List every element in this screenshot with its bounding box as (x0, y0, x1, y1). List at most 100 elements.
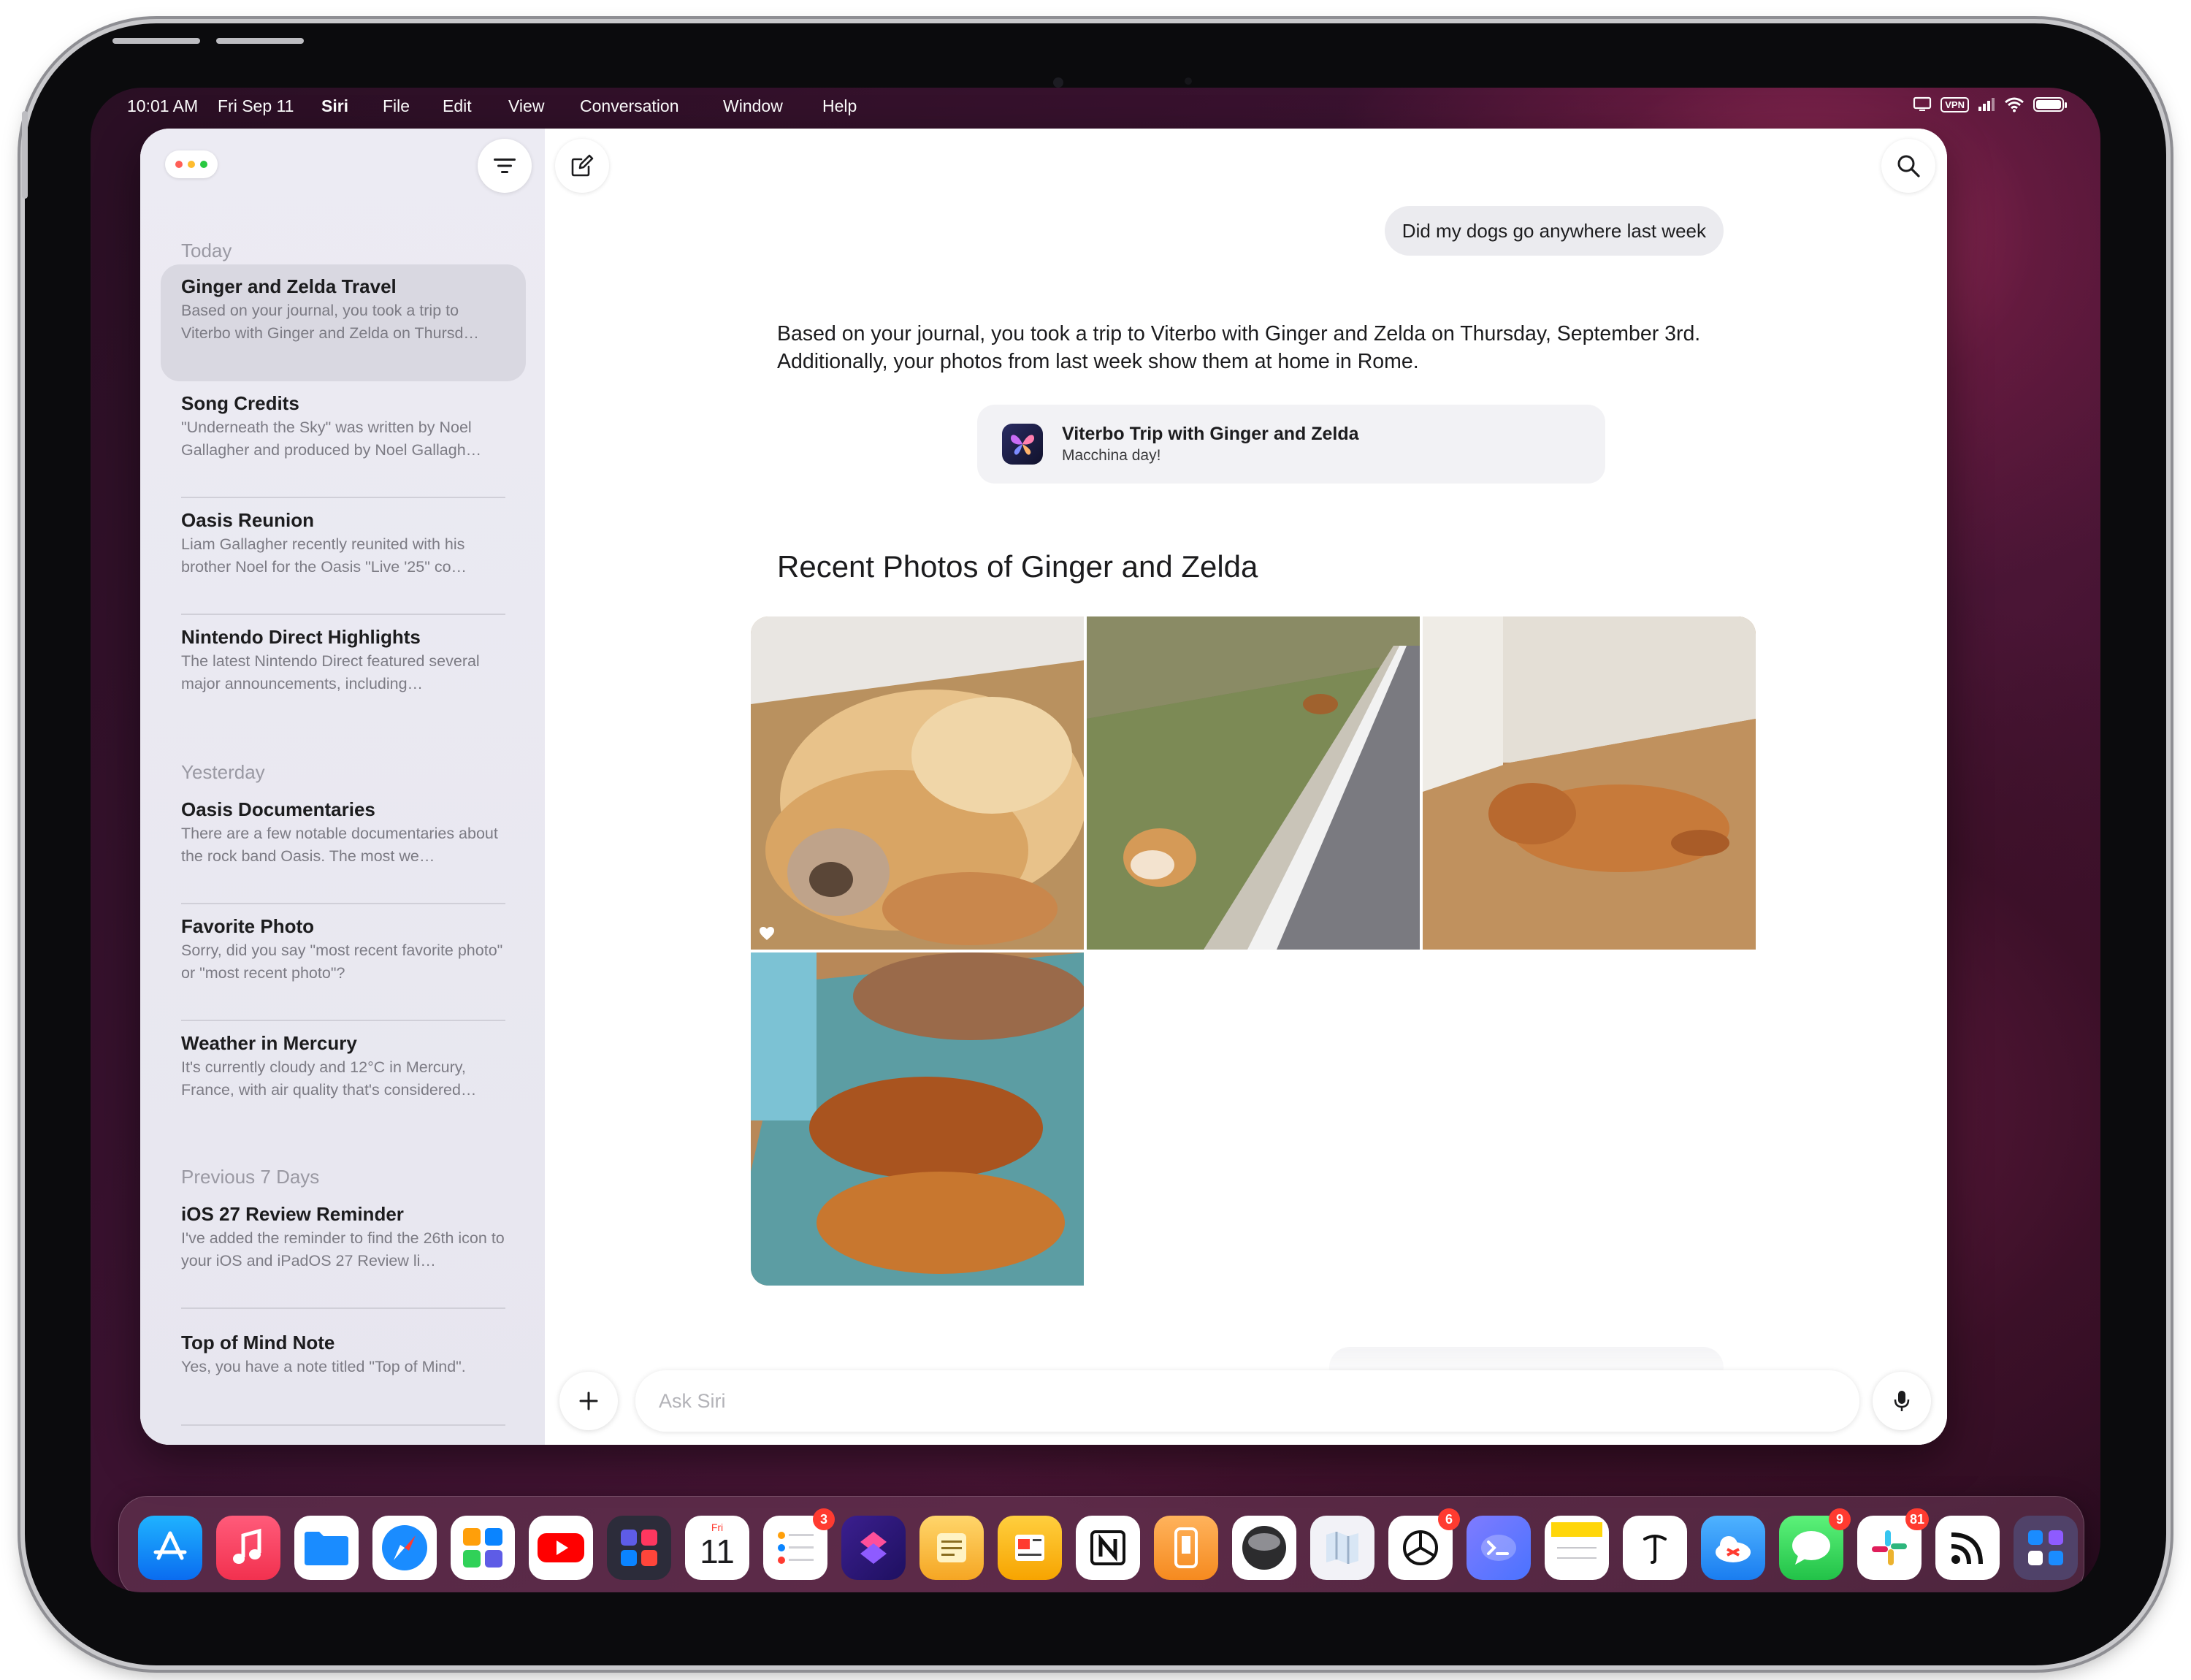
notes-app-icon (937, 1533, 966, 1562)
butterfly-icon (1011, 435, 1034, 455)
ask-siri-input[interactable] (635, 1370, 1859, 1432)
vpn-badge[interactable]: VPN (1940, 96, 1969, 112)
dock-music[interactable] (216, 1516, 280, 1580)
conversation-title: iOS 27 Review Reminder (181, 1203, 404, 1225)
window-controls[interactable] (165, 150, 218, 178)
photo-dog-roadside[interactable] (1087, 616, 1420, 950)
dock-app-store[interactable] (138, 1516, 202, 1580)
dock-messages[interactable]: 9 (1779, 1508, 1851, 1580)
dock-files[interactable] (294, 1516, 359, 1580)
conversation-item[interactable]: Favorite Photo Sorry, did you say "most … (161, 904, 526, 1021)
menu-app-name[interactable]: Siri (321, 96, 348, 116)
microphone-button[interactable] (1873, 1372, 1931, 1430)
conversation-item[interactable]: Oasis Documentaries There are a few nota… (161, 787, 526, 904)
minimize-dot[interactable] (188, 161, 195, 168)
dock-widgets-app[interactable] (451, 1516, 515, 1580)
conversation-title: Nintendo Direct Highlights (181, 626, 421, 648)
dock-notes-app[interactable] (919, 1516, 984, 1580)
reminders-badge: 3 (813, 1508, 835, 1530)
menu-edit[interactable]: Edit (443, 96, 472, 116)
menu-conversation[interactable]: Conversation (580, 96, 679, 116)
journal-entry-card[interactable]: Viterbo Trip with Ginger and Zelda Macch… (977, 405, 1605, 484)
search-icon (1897, 155, 1920, 177)
weather-cloud-icon (1716, 1536, 1751, 1562)
messages-badge: 9 (1829, 1508, 1851, 1530)
conversation-title: Ginger and Zelda Travel (181, 275, 397, 297)
maps-icon (1326, 1532, 1358, 1564)
photo-dogs-sleeping[interactable] (751, 616, 1084, 950)
dock-safari[interactable] (372, 1516, 437, 1580)
rss-reader-icon (1951, 1532, 1983, 1565)
chat-area: Did my dogs go anywhere last week Based … (545, 129, 1947, 1445)
attach-button[interactable] (559, 1372, 618, 1430)
top-button (216, 38, 304, 44)
dock-sphere-app[interactable] (1232, 1516, 1296, 1580)
menu-help[interactable]: Help (822, 96, 857, 116)
menu-file[interactable]: File (383, 96, 410, 116)
compose-icon (571, 154, 594, 177)
conversation-title: Top of Mind Note (181, 1332, 335, 1353)
filter-button[interactable] (478, 139, 532, 193)
wifi-icon[interactable] (2004, 96, 2024, 112)
answer-line: Additionally, your photos from last week… (777, 350, 1419, 373)
photo-image (751, 952, 1084, 1286)
dock-slack[interactable]: 81 (1857, 1508, 1929, 1580)
menu-window[interactable]: Window (723, 96, 783, 116)
chatgpt-icon (1403, 1530, 1438, 1565)
writing-app-icon (1643, 1535, 1667, 1564)
photo-dog-floor[interactable] (1423, 616, 1756, 950)
terminal-chat-icon (1481, 1535, 1516, 1561)
dock-notion[interactable] (1076, 1516, 1140, 1580)
conversation-sidebar: Today Ginger and Zelda Travel Based on y… (140, 129, 545, 1445)
conversation-item[interactable]: Weather in Mercury It's currently cloudy… (161, 1021, 526, 1138)
conversation-snippet: Yes, you have a note titled "Top of Mind… (181, 1358, 466, 1375)
clock-time: 10:01 AM (127, 96, 199, 115)
screen-mirroring-icon[interactable] (1913, 96, 1932, 112)
dock-weather-cloud[interactable] (1701, 1516, 1765, 1580)
status-icons: VPN (1913, 96, 2067, 112)
chatgpt-badge: 6 (1438, 1508, 1460, 1530)
conversation-item[interactable]: Ginger and Zelda Travel Based on your jo… (161, 264, 526, 381)
conversation-item[interactable]: Song Credits "Underneath the Sky" was wr… (161, 381, 526, 498)
menu-view[interactable]: View (508, 96, 544, 116)
conversation-item[interactable]: Top of Mind Note Yes, you have a note ti… (161, 1321, 526, 1437)
dock: Fri 11 3 6 9 81 (118, 1496, 2084, 1592)
photo-image (1087, 616, 1420, 950)
dock-news-reader[interactable] (998, 1516, 1062, 1580)
battery-icon[interactable] (2033, 97, 2067, 112)
music-icon (233, 1528, 261, 1564)
photo-grid (751, 616, 1756, 1286)
photo-dogs-couch[interactable] (751, 952, 1084, 1286)
dock-chatgpt[interactable]: 6 (1388, 1508, 1460, 1580)
notes-icon (1551, 1522, 1602, 1559)
dock-notes[interactable] (1545, 1516, 1609, 1580)
app-library-icon (2028, 1530, 2063, 1565)
conversation-item[interactable]: Nintendo Direct Highlights The latest Ni… (161, 615, 526, 732)
search-button[interactable] (1881, 139, 1935, 193)
plus-icon (579, 1391, 598, 1410)
photo-image (751, 616, 1084, 950)
zoom-dot[interactable] (200, 161, 207, 168)
dock-remote-control[interactable] (607, 1516, 671, 1580)
dock-rss-reader[interactable] (1935, 1516, 2000, 1580)
siri-answer: Based on your journal, you took a trip t… (777, 320, 1763, 375)
conversation-title: Oasis Reunion (181, 509, 315, 531)
dock-app-library[interactable] (2014, 1516, 2078, 1580)
conversation-item[interactable]: iOS 27 Review Reminder I've added the re… (161, 1192, 526, 1309)
dock-maps[interactable] (1310, 1516, 1374, 1580)
slack-icon (1872, 1530, 1907, 1565)
new-chat-button[interactable] (555, 139, 609, 193)
dock-youtube[interactable] (529, 1516, 593, 1580)
menu-bar: 10:01 AM Fri Sep 11 Siri File Edit View … (91, 88, 2100, 124)
dock-writing-app[interactable] (1623, 1516, 1687, 1580)
app-store-icon (153, 1531, 187, 1560)
dock-device-mirror[interactable] (1154, 1516, 1218, 1580)
dock-calendar[interactable]: Fri 11 (685, 1516, 749, 1580)
dock-reminders[interactable]: 3 (763, 1508, 835, 1580)
divider (181, 1307, 505, 1309)
dock-terminal-chat[interactable] (1467, 1516, 1531, 1580)
conversation-item[interactable]: Oasis Reunion Liam Gallagher recently re… (161, 498, 526, 615)
conversation-snippet: Based on your journal, you took a trip t… (181, 302, 479, 342)
close-dot[interactable] (175, 161, 183, 168)
dock-shortcuts[interactable] (841, 1516, 906, 1580)
